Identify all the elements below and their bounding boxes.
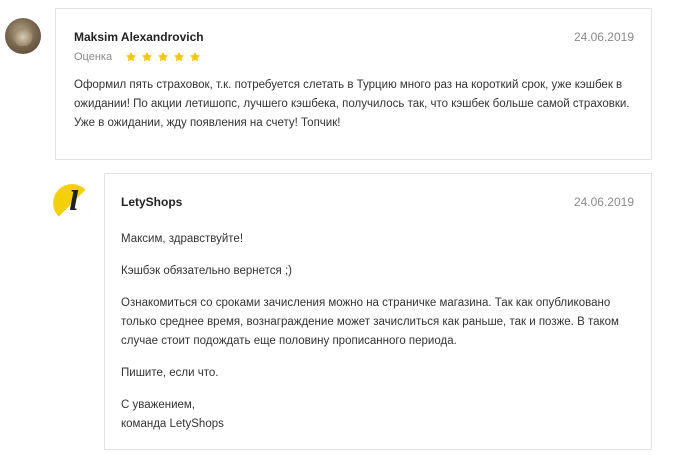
rating-row: Оценка [74, 48, 205, 63]
star-icon [141, 51, 153, 63]
cat-photo [12, 26, 34, 46]
reply-signature: команда LetyShops [121, 418, 224, 430]
review-avatar[interactable] [5, 18, 41, 54]
reply-body: Максим, здравствуйте! Кэшбэк обязательно… [121, 230, 641, 434]
star-icon [125, 51, 137, 63]
reply-greeting: Максим, здравствуйте! [121, 233, 244, 245]
star-icon [157, 51, 169, 63]
logo-letter: l [69, 187, 79, 217]
reply-paragraph: Пишите, если что. [121, 367, 219, 379]
review-author[interactable]: Maksim Alexandrovich [74, 30, 204, 44]
reply-date: 24.06.2019 [573, 195, 634, 209]
reply-paragraph: Ознакомиться со сроками зачисления можно… [121, 297, 619, 347]
review-date: 24.06.2019 [573, 30, 634, 44]
reply-signoff: С уважением, [121, 399, 195, 411]
reply-card: LetyShops 24.06.2019 Максим, здравствуйт… [104, 173, 652, 450]
star-icon [173, 51, 185, 63]
letyshops-logo-avatar[interactable]: l [53, 184, 91, 222]
reply-paragraph: Кэшбэк обязательно вернется ;) [121, 265, 292, 277]
rating-stars [125, 48, 205, 66]
star-icon [189, 51, 201, 63]
reply-author[interactable]: LetyShops [121, 195, 182, 209]
review-text: Оформил пять страховок, т.к. потребуется… [74, 79, 630, 129]
rating-label: Оценка [74, 51, 113, 63]
review-card: Maksim Alexandrovich 24.06.2019 Оценка О… [55, 8, 652, 160]
